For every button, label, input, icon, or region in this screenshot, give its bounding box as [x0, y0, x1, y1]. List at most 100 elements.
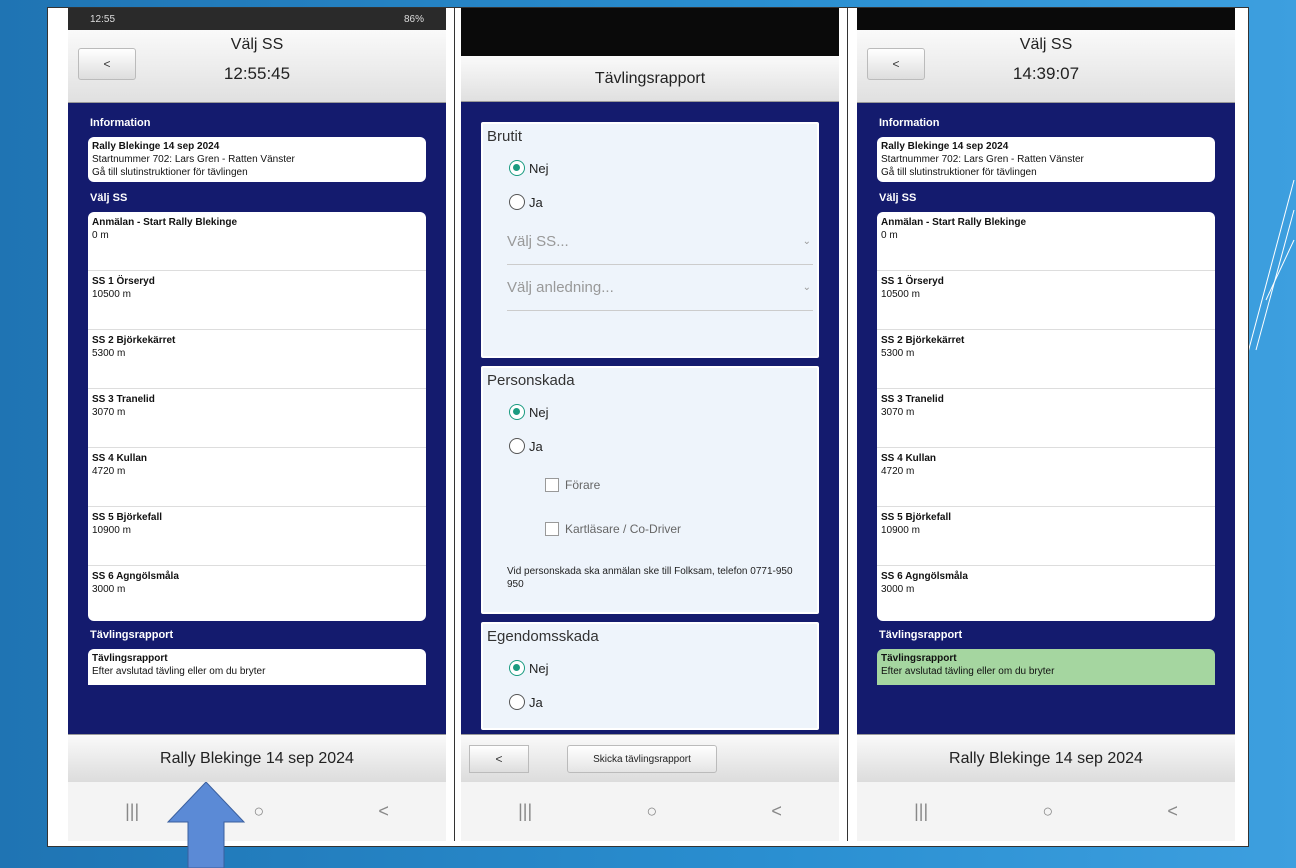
footer-event-title: Rally Blekinge 14 sep 2024: [68, 734, 446, 782]
radio-label: Ja: [529, 438, 543, 454]
stage-name: SS 6 Agngölsmåla: [881, 571, 968, 582]
info-card[interactable]: Rally Blekinge 14 sep 2024 Startnummer 7…: [877, 137, 1215, 182]
report-card-completed[interactable]: Tävlingsrapport Efter avslutad tävling e…: [877, 649, 1215, 685]
section-label-information: Information: [879, 117, 940, 129]
back-button[interactable]: <: [469, 745, 529, 773]
checkbox-icon: [545, 478, 559, 492]
insurance-note: Vid personskada ska anmälan ske till Fol…: [507, 566, 793, 590]
info-title: Rally Blekinge 14 sep 2024: [881, 141, 1009, 152]
back-nav-icon[interactable]: <: [378, 801, 389, 822]
stage-name: SS 6 Agngölsmåla: [92, 571, 179, 582]
report-card[interactable]: Tävlingsrapport Efter avslutad tävling e…: [88, 649, 426, 685]
info-card[interactable]: Rally Blekinge 14 sep 2024 Startnummer 7…: [88, 137, 426, 182]
select-reason-dropdown[interactable]: Välj anledning... ⌄: [507, 265, 813, 311]
up-arrow-icon: [166, 782, 246, 868]
radio-personskada-nej[interactable]: Nej: [487, 395, 813, 429]
status-bar: 12:55 86%: [68, 8, 446, 30]
radio-label: Nej: [529, 160, 549, 176]
stage-item[interactable]: SS 1 Örseryd 10500 m: [877, 271, 1215, 330]
back-nav-icon[interactable]: <: [771, 801, 782, 822]
stage-distance: 5300 m: [92, 348, 126, 359]
divider: [454, 8, 455, 841]
radio-personskada-ja[interactable]: Ja: [487, 429, 813, 463]
stage-item[interactable]: Anmälan - Start Rally Blekinge 0 m: [877, 212, 1215, 271]
select-ss-dropdown[interactable]: Välj SS... ⌄: [507, 219, 813, 265]
send-report-button[interactable]: Skicka tävlingsrapport: [567, 745, 717, 773]
radio-selected-icon: [509, 660, 525, 676]
home-icon[interactable]: ○: [253, 801, 264, 822]
stage-item[interactable]: SS 4 Kullan 4720 m: [88, 448, 426, 507]
stage-item[interactable]: Anmälan - Start Rally Blekinge 0 m: [88, 212, 426, 271]
stage-item[interactable]: SS 3 Tranelid 3070 m: [88, 389, 426, 448]
stage-name: SS 2 Björkekärret: [881, 335, 965, 346]
page-title: Tävlingsrapport: [594, 70, 706, 87]
stage-item[interactable]: SS 3 Tranelid 3070 m: [877, 389, 1215, 448]
checkbox-forare[interactable]: Förare: [487, 463, 813, 507]
radio-egendom-nej[interactable]: Nej: [487, 651, 813, 685]
select-placeholder: Välj SS...: [507, 233, 569, 250]
header-bar: < Välj SS 14:39:07: [857, 30, 1235, 103]
select-placeholder: Välj anledning...: [507, 279, 614, 296]
page-title: Välj SS: [230, 36, 284, 53]
stage-name: SS 5 Björkefall: [92, 512, 163, 523]
stage-distance: 3070 m: [92, 407, 126, 418]
android-nav-bar: ||| ○ <: [461, 782, 839, 841]
stage-distance: 10500 m: [881, 289, 920, 300]
stage-distance: 10500 m: [92, 289, 131, 300]
stage-distance: 3000 m: [92, 584, 126, 595]
back-nav-icon[interactable]: <: [1167, 801, 1178, 822]
home-icon[interactable]: ○: [646, 801, 657, 822]
footer-event-title: Rally Blekinge 14 sep 2024: [857, 734, 1235, 782]
status-time: 12:55: [90, 13, 116, 25]
recent-apps-icon[interactable]: |||: [518, 801, 532, 822]
info-line: Startnummer 702: Lars Gren - Ratten Väns…: [92, 154, 295, 165]
stage-distance: 4720 m: [881, 466, 915, 477]
footer-toolbar: < Skicka tävlingsrapport: [461, 734, 839, 782]
phone-screen-middle: Tävlingsrapport Brutit Nej Ja Välj SS...…: [461, 8, 839, 841]
radio-label: Ja: [529, 194, 543, 210]
chevron-down-icon: ⌄: [802, 236, 811, 247]
android-nav-bar: ||| ○ <: [857, 782, 1235, 841]
screenshot-frame: 12:55 86% < Välj SS 12:55:45 Information…: [47, 7, 1249, 847]
personskada-section: Personskada Nej Ja Förare Kartläsare / C…: [481, 366, 819, 614]
checkbox-icon: [545, 522, 559, 536]
chevron-down-icon: ⌄: [802, 282, 811, 293]
report-subtitle: Efter avslutad tävling eller om du bryte…: [92, 666, 266, 677]
phone-screen-left: 12:55 86% < Välj SS 12:55:45 Information…: [68, 8, 446, 841]
stage-item[interactable]: SS 5 Björkefall 10900 m: [88, 507, 426, 566]
stage-item[interactable]: SS 1 Örseryd 10500 m: [88, 271, 426, 330]
stage-item[interactable]: SS 6 Agngölsmåla 3000 m: [88, 566, 426, 621]
stage-item[interactable]: SS 4 Kullan 4720 m: [877, 448, 1215, 507]
info-line: Gå till slutinstruktioner för tävlingen: [92, 167, 248, 178]
home-icon[interactable]: ○: [1042, 801, 1053, 822]
stage-name: SS 3 Tranelid: [92, 394, 155, 405]
stage-name: Anmälan - Start Rally Blekinge: [92, 217, 238, 228]
status-bar: [461, 8, 839, 56]
section-title-personskada: Personskada: [487, 372, 575, 389]
stage-name: SS 4 Kullan: [92, 453, 148, 464]
stage-name: SS 2 Björkekärret: [92, 335, 176, 346]
recent-apps-icon[interactable]: |||: [914, 801, 928, 822]
section-label-information: Information: [90, 117, 151, 129]
stage-name: SS 5 Björkefall: [881, 512, 952, 523]
radio-label: Nej: [529, 404, 549, 420]
stage-item[interactable]: SS 6 Agngölsmåla 3000 m: [877, 566, 1215, 621]
radio-brutit-ja[interactable]: Ja: [487, 185, 813, 219]
radio-label: Ja: [529, 694, 543, 710]
stage-item[interactable]: SS 2 Björkekärret 5300 m: [877, 330, 1215, 389]
radio-brutit-nej[interactable]: Nej: [487, 151, 813, 185]
recent-apps-icon[interactable]: |||: [125, 801, 139, 822]
section-label-tavlingsrapport: Tävlingsrapport: [90, 629, 174, 641]
header-bar: < Välj SS 12:55:45: [68, 30, 446, 103]
stage-item[interactable]: SS 5 Björkefall 10900 m: [877, 507, 1215, 566]
radio-egendom-ja[interactable]: Ja: [487, 685, 813, 719]
stage-item[interactable]: SS 2 Björkekärret 5300 m: [88, 330, 426, 389]
egendomsskada-section: Egendomsskada Nej Ja: [481, 622, 819, 730]
checkbox-label: Kartläsare / Co-Driver: [565, 522, 682, 536]
checkbox-kartlasare[interactable]: Kartläsare / Co-Driver: [487, 507, 813, 551]
section-title-egendomsskada: Egendomsskada: [487, 628, 599, 645]
report-title: Tävlingsrapport: [881, 653, 957, 664]
divider: [847, 8, 848, 841]
section-label-valj-ss: Välj SS: [879, 192, 917, 204]
section-title-brutit: Brutit: [487, 128, 523, 145]
